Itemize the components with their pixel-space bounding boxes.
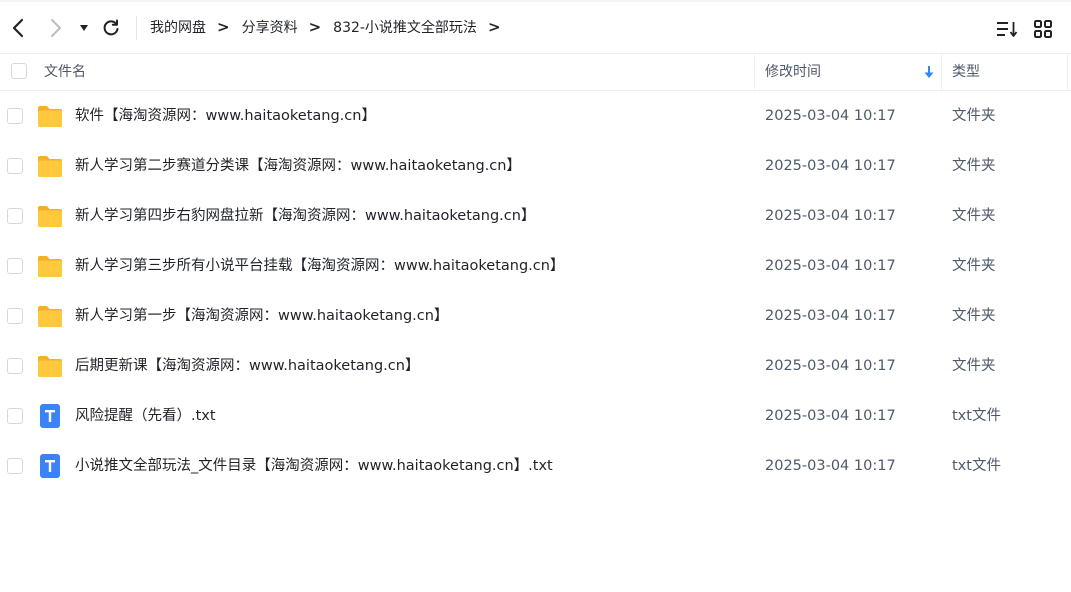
modified-time: 2025-03-04 10:17	[765, 358, 896, 374]
table-row[interactable]: 新人学习第四步右豹网盘拉新【海淘资源网：www.haitaoketang.cn】…	[0, 191, 1071, 241]
file-name[interactable]: 新人学习第一步【海淘资源网：www.haitaoketang.cn】	[75, 291, 448, 341]
table-row[interactable]: 新人学习第一步【海淘资源网：www.haitaoketang.cn】 2025-0…	[0, 291, 1071, 341]
select-all-checkbox[interactable]	[11, 63, 27, 79]
toolbar: 我的网盘 > 分享资料 > 832-小说推文全部玩法 >	[0, 0, 1071, 54]
row-checkbox[interactable]	[7, 108, 23, 124]
row-checkbox[interactable]	[7, 158, 23, 174]
file-name[interactable]: 新人学习第二步赛道分类课【海淘资源网：www.haitaoketang.cn】	[75, 141, 521, 191]
file-type: 文件夹	[952, 208, 996, 224]
history-dropdown-button[interactable]	[74, 14, 94, 42]
file-type: txt文件	[952, 408, 1001, 424]
column-header-type[interactable]: 类型	[952, 54, 980, 91]
file-name[interactable]: 软件【海淘资源网：www.haitaoketang.cn】	[75, 91, 376, 141]
file-type: 文件夹	[952, 108, 996, 124]
breadcrumb-separator: >	[487, 18, 501, 36]
breadcrumb-separator: >	[217, 18, 230, 36]
file-name[interactable]: 小说推文全部玩法_文件目录【海淘资源网：www.haitaoketang.cn】…	[75, 441, 553, 491]
file-list: 软件【海淘资源网：www.haitaoketang.cn】 2025-03-04 …	[0, 91, 1071, 491]
table-row[interactable]: 风险提醒（先看）.txt 2025-03-04 10:17 txt文件	[0, 391, 1071, 441]
back-button[interactable]	[6, 14, 30, 42]
table-row[interactable]: 小说推文全部玩法_文件目录【海淘资源网：www.haitaoketang.cn】…	[0, 441, 1071, 491]
column-divider[interactable]	[754, 54, 755, 91]
modified-time: 2025-03-04 10:17	[765, 208, 896, 224]
table-row[interactable]: 后期更新课【海淘资源网：www.haitaoketang.cn】 2025-03-…	[0, 341, 1071, 391]
folder-icon	[37, 204, 63, 228]
refresh-icon	[103, 19, 119, 36]
file-name[interactable]: 新人学习第四步右豹网盘拉新【海淘资源网：www.haitaoketang.cn】	[75, 191, 535, 241]
table-row[interactable]: 新人学习第三步所有小说平台挂载【海淘资源网：www.haitaoketang.c…	[0, 241, 1071, 291]
file-name[interactable]: 后期更新课【海淘资源网：www.haitaoketang.cn】	[75, 341, 419, 391]
modified-time: 2025-03-04 10:17	[765, 408, 896, 424]
down-arrow-icon[interactable]	[923, 65, 935, 79]
row-checkbox[interactable]	[7, 308, 23, 324]
file-type: 文件夹	[952, 258, 996, 274]
row-checkbox[interactable]	[7, 458, 23, 474]
folder-icon	[37, 154, 63, 178]
txt-file-icon	[37, 404, 63, 428]
sort-list-icon	[997, 22, 1018, 37]
folder-icon	[37, 354, 63, 378]
breadcrumb: 我的网盘 > 分享资料 > 832-小说推文全部玩法 >	[150, 0, 513, 54]
sort-button[interactable]	[995, 17, 1019, 41]
row-checkbox[interactable]	[7, 258, 23, 274]
file-name[interactable]: 新人学习第三步所有小说平台挂载【海淘资源网：www.haitaoketang.c…	[75, 241, 564, 291]
row-checkbox[interactable]	[7, 408, 23, 424]
breadcrumb-item-current-folder[interactable]: 832-小说推文全部玩法	[333, 17, 477, 37]
modified-time: 2025-03-04 10:17	[765, 158, 896, 174]
txt-file-icon	[37, 454, 63, 478]
chevron-right-icon	[51, 19, 61, 37]
column-header-name[interactable]: 文件名	[44, 54, 86, 91]
row-checkbox[interactable]	[7, 208, 23, 224]
breadcrumb-item-shared[interactable]: 分享资料	[242, 17, 298, 37]
toolbar-divider	[136, 16, 137, 40]
file-type: 文件夹	[952, 308, 996, 324]
column-divider[interactable]	[941, 54, 942, 91]
file-type: 文件夹	[952, 158, 996, 174]
grid-view-icon	[1034, 20, 1052, 38]
column-header-modified[interactable]: 修改时间	[765, 54, 821, 91]
breadcrumb-separator: >	[308, 18, 322, 36]
folder-icon	[37, 254, 63, 278]
breadcrumb-item-my-drive[interactable]: 我的网盘	[150, 17, 206, 37]
folder-icon	[37, 304, 63, 328]
file-type: 文件夹	[952, 358, 996, 374]
table-row[interactable]: 软件【海淘资源网：www.haitaoketang.cn】 2025-03-04 …	[0, 91, 1071, 141]
row-checkbox[interactable]	[7, 358, 23, 374]
column-divider[interactable]	[1067, 54, 1068, 91]
forward-button[interactable]	[44, 14, 68, 42]
refresh-button[interactable]	[99, 14, 123, 42]
caret-down-icon	[80, 25, 88, 31]
modified-time: 2025-03-04 10:17	[765, 108, 896, 124]
table-row[interactable]: 新人学习第二步赛道分类课【海淘资源网：www.haitaoketang.cn】 2…	[0, 141, 1071, 191]
modified-time: 2025-03-04 10:17	[765, 258, 896, 274]
grid-view-button[interactable]	[1031, 17, 1055, 41]
file-type: txt文件	[952, 458, 1001, 474]
modified-time: 2025-03-04 10:17	[765, 308, 896, 324]
chevron-left-icon	[12, 18, 24, 38]
folder-icon	[37, 104, 63, 128]
file-list-header: 文件名 修改时间 类型	[0, 54, 1071, 91]
file-name[interactable]: 风险提醒（先看）.txt	[75, 391, 216, 441]
modified-time: 2025-03-04 10:17	[765, 458, 896, 474]
